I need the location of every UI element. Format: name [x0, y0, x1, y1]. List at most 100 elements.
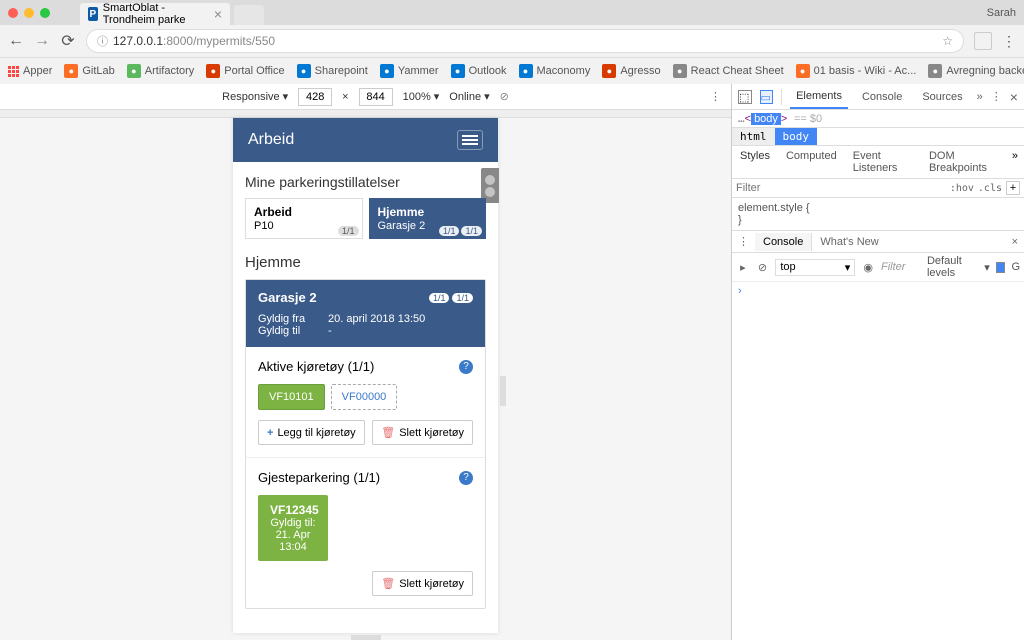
close-devtools-icon[interactable]: × — [1010, 89, 1018, 105]
device-toolbar-menu[interactable]: ⋮ — [710, 90, 721, 103]
vehicle-chip[interactable]: VF00000 — [331, 384, 398, 410]
info-icon[interactable]: ⓘ — [97, 33, 108, 49]
chevron-down-icon: ▾ — [484, 90, 490, 103]
group-similar-checkbox[interactable] — [996, 262, 1006, 273]
cls-toggle[interactable]: .cls — [978, 183, 1002, 194]
trash-icon: 🗑 — [381, 426, 395, 439]
style-rules[interactable]: element.style { } — [732, 198, 1024, 231]
device-mode-icon[interactable]: ▭ — [760, 90, 774, 104]
bookmark-item[interactable]: ●Maconomy — [519, 64, 591, 78]
add-vehicle-button[interactable]: + Legg til kjøretøy — [258, 420, 365, 445]
bookmark-item[interactable]: ●Portal Office — [206, 64, 284, 78]
console-context-select[interactable]: top▾ — [775, 259, 855, 276]
delete-vehicle-button[interactable]: 🗑 Slett kjøretøy — [372, 420, 473, 445]
parking-icon: P — [88, 7, 98, 21]
breadcrumb-html[interactable]: html — [732, 128, 775, 145]
close-drawer-icon[interactable]: × — [1006, 236, 1024, 248]
bookmark-item[interactable]: ●Yammer — [380, 64, 439, 78]
new-tab-button[interactable] — [234, 5, 264, 25]
permit-card[interactable]: HjemmeGarasje 21/11/1 — [369, 198, 487, 239]
guest-vehicle-card[interactable]: VF12345 Gyldig til: 21. Apr 13:04 — [258, 495, 328, 561]
network-select[interactable]: Online ▾ — [449, 90, 489, 103]
drawer-tab-console[interactable]: Console — [755, 233, 812, 251]
bookmark-item[interactable]: ●Agresso — [602, 64, 660, 78]
tab-styles[interactable]: Styles — [732, 146, 778, 178]
tab-bar: P SmartOblat - Trondheim parke × — [80, 0, 264, 25]
profile-name[interactable]: Sarah — [987, 7, 1016, 19]
tab-sources[interactable]: Sources — [916, 86, 968, 108]
guest-plate: VF12345 — [270, 503, 316, 517]
plus-icon: + — [267, 427, 273, 439]
reload-button[interactable]: ⟳ — [60, 31, 76, 51]
maximize-window-button[interactable] — [40, 8, 50, 18]
minimize-window-button[interactable] — [24, 8, 34, 18]
bookmark-item[interactable]: ●GitLab — [64, 64, 114, 78]
bookmark-item[interactable]: ●Avregning backend... — [928, 64, 1024, 78]
console-prompt[interactable]: › — [732, 282, 1024, 299]
browser-menu-button[interactable]: ⋮ — [1002, 33, 1016, 50]
viewport-width-input[interactable] — [298, 88, 332, 106]
console-filter-input[interactable]: Filter — [881, 261, 921, 273]
viewport-height-input[interactable] — [359, 88, 393, 106]
clear-console-icon[interactable]: ⊘ — [756, 259, 770, 275]
bookmarks-bar: Apper ●GitLab ●Artifactory ●Portal Office ●S… — [0, 58, 1024, 84]
console-sidebar-toggle-icon[interactable]: ▸ — [736, 259, 750, 275]
app-header: Arbeid — [233, 118, 498, 162]
delete-guest-vehicle-button[interactable]: 🗑 Slett kjøretøy — [372, 571, 473, 596]
back-button[interactable]: ← — [8, 32, 24, 50]
bookmark-item[interactable]: ●React Cheat Sheet — [673, 64, 784, 78]
browser-tab[interactable]: P SmartOblat - Trondheim parke × — [80, 3, 230, 25]
resize-handle-right[interactable] — [500, 376, 506, 406]
bookmark-item[interactable]: Apper — [8, 65, 52, 77]
breadcrumb-body[interactable]: body — [775, 128, 818, 145]
forward-button[interactable]: → — [34, 32, 50, 50]
permit-card[interactable]: ArbeidP101/1 — [245, 198, 363, 239]
log-levels-select[interactable]: Default levels ▾ — [927, 255, 990, 279]
page-viewport-area: Responsive ▾ × 100% ▾ Online ▾ ⊘ ⋮ Arbei… — [0, 84, 731, 640]
hov-toggle[interactable]: :hov — [950, 183, 974, 194]
bookmark-item[interactable]: ●01 basis - Wiki - Ac... — [796, 64, 917, 78]
device-mode-select[interactable]: Responsive ▾ — [222, 90, 288, 103]
valid-from-label: Gyldig fra — [258, 313, 328, 325]
extension-icon[interactable] — [974, 32, 992, 50]
tab-computed[interactable]: Computed — [778, 146, 845, 178]
bookmark-star-icon[interactable]: ☆ — [942, 34, 953, 48]
location-title: Hjemme — [245, 254, 486, 271]
address-bar[interactable]: ⓘ 127.0.0.1:8000/mypermits/550 ☆ — [86, 29, 964, 53]
close-window-button[interactable] — [8, 8, 18, 18]
dom-tree[interactable]: …<body> == $0 — [732, 110, 1024, 128]
bookmark-item[interactable]: ●Sharepoint — [297, 64, 368, 78]
tab-console[interactable]: Console — [856, 86, 908, 108]
bookmark-item[interactable]: ●Artifactory — [127, 64, 195, 78]
help-icon[interactable]: ? — [459, 471, 473, 485]
rotate-icon[interactable]: ⊘ — [500, 90, 509, 103]
resize-handle-bottom[interactable] — [351, 635, 381, 640]
more-tabs-icon[interactable]: » — [977, 91, 983, 103]
drawer-tab-whats-new[interactable]: What's New — [812, 233, 886, 251]
tab-elements[interactable]: Elements — [790, 85, 848, 109]
devtools-menu[interactable]: ⋮ — [991, 90, 1002, 103]
guest-valid-label: Gyldig til: — [270, 517, 316, 529]
count-badge: 1/1 — [429, 293, 450, 303]
more-style-tabs-icon[interactable]: » — [1006, 146, 1024, 178]
permit-detail-card: Garasje 2 1/11/1 Gyldig fra 20. april 20… — [245, 279, 486, 609]
tab-event-listeners[interactable]: Event Listeners — [845, 146, 921, 178]
window-titlebar: P SmartOblat - Trondheim parke × Sarah — [0, 0, 1024, 25]
ruler — [0, 110, 731, 118]
section-title: Mine parkeringstillatelser — [245, 174, 486, 190]
styles-filter-input[interactable] — [736, 182, 950, 194]
console-settings-icon[interactable]: ◉ — [861, 259, 875, 275]
inspect-element-icon[interactable]: ⬚ — [738, 90, 752, 104]
vehicle-chip[interactable]: VF10101 — [258, 384, 325, 410]
zoom-select[interactable]: 100% ▾ — [403, 90, 440, 103]
new-style-rule-button[interactable]: + — [1006, 181, 1020, 195]
tab-dom-breakpoints[interactable]: DOM Breakpoints — [921, 146, 1006, 178]
bookmark-item[interactable]: ●Outlook — [451, 64, 507, 78]
guest-parking-title: Gjesteparkering (1/1) — [258, 470, 380, 485]
trash-icon: 🗑 — [381, 577, 395, 590]
console-drawer-menu[interactable]: ⋮ — [732, 235, 755, 248]
hamburger-menu-button[interactable] — [457, 130, 483, 150]
close-tab-icon[interactable]: × — [214, 6, 222, 22]
help-icon[interactable]: ? — [459, 360, 473, 374]
chevron-down-icon: ▾ — [283, 90, 289, 103]
